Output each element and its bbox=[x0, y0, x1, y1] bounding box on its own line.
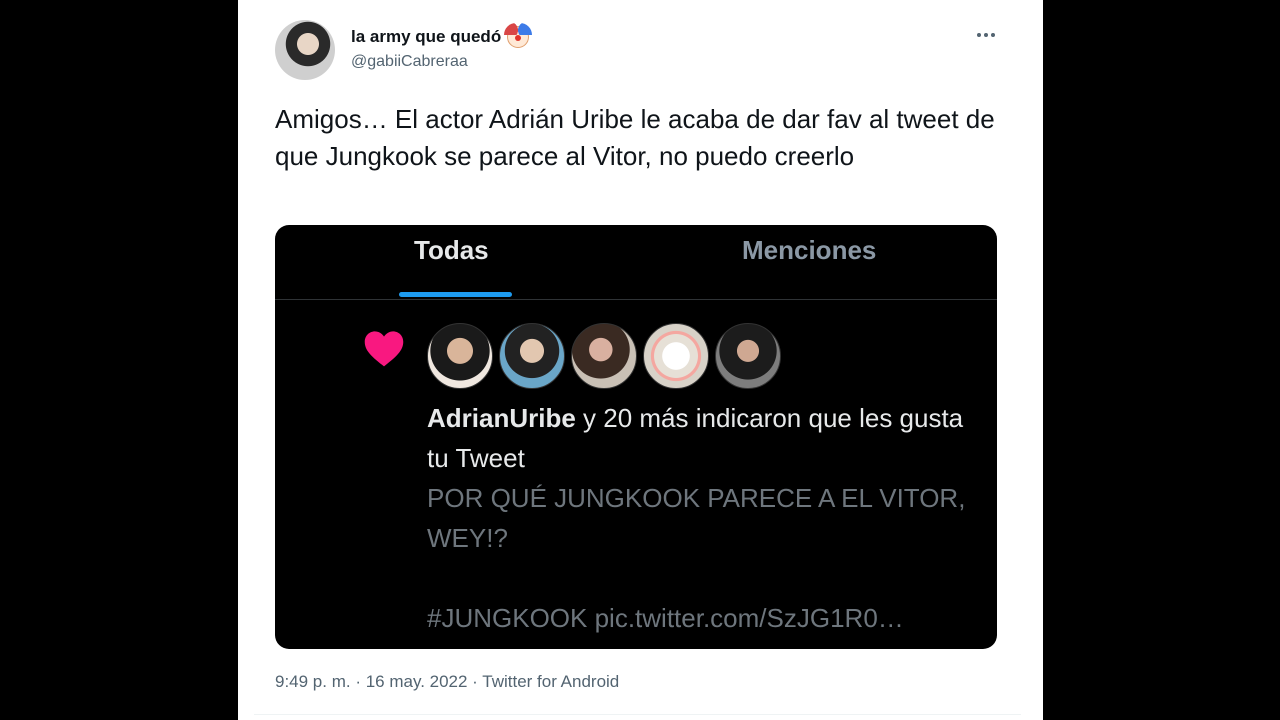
heart-icon bbox=[364, 331, 404, 367]
liker-avatar[interactable] bbox=[643, 323, 709, 389]
notification-tabs: Todas Menciones bbox=[275, 225, 997, 300]
divider bbox=[254, 714, 1021, 715]
attached-screenshot[interactable]: Todas Menciones AdrianUribe y 20 más ind… bbox=[275, 225, 997, 649]
more-options-icon[interactable] bbox=[975, 28, 997, 42]
clown-face-icon bbox=[504, 23, 533, 48]
author-handle[interactable]: @gabiiCabreraa bbox=[351, 53, 468, 71]
quoted-tweet-text[interactable]: POR QUÉ JUNGKOOK PARECE A EL VITOR, WEY!… bbox=[427, 478, 987, 638]
tweet-card: la army que quedó @gabiiCabreraa Amigos…… bbox=[238, 0, 1043, 720]
author-name-row: la army que quedó bbox=[351, 23, 533, 48]
notification-username[interactable]: AdrianUribe bbox=[427, 403, 576, 433]
notification-text: AdrianUribe y 20 más indicaron que les g… bbox=[427, 398, 987, 478]
liker-avatar[interactable] bbox=[571, 323, 637, 389]
tab-menciones[interactable]: Menciones bbox=[742, 235, 876, 266]
tweet-timestamp[interactable]: 9:49 p. m. · 16 may. 2022 · Twitter for … bbox=[275, 672, 619, 692]
tab-todas[interactable]: Todas bbox=[414, 235, 489, 266]
liker-avatar[interactable] bbox=[499, 323, 565, 389]
active-tab-indicator bbox=[399, 292, 512, 297]
tweet-text: Amigos… El actor Adrián Uribe le acaba d… bbox=[275, 104, 995, 171]
liker-avatars bbox=[427, 323, 781, 389]
liker-avatar[interactable] bbox=[715, 323, 781, 389]
author-avatar[interactable] bbox=[275, 20, 335, 80]
author-display-name[interactable]: la army que quedó bbox=[351, 27, 501, 47]
liker-avatar[interactable] bbox=[427, 323, 493, 389]
